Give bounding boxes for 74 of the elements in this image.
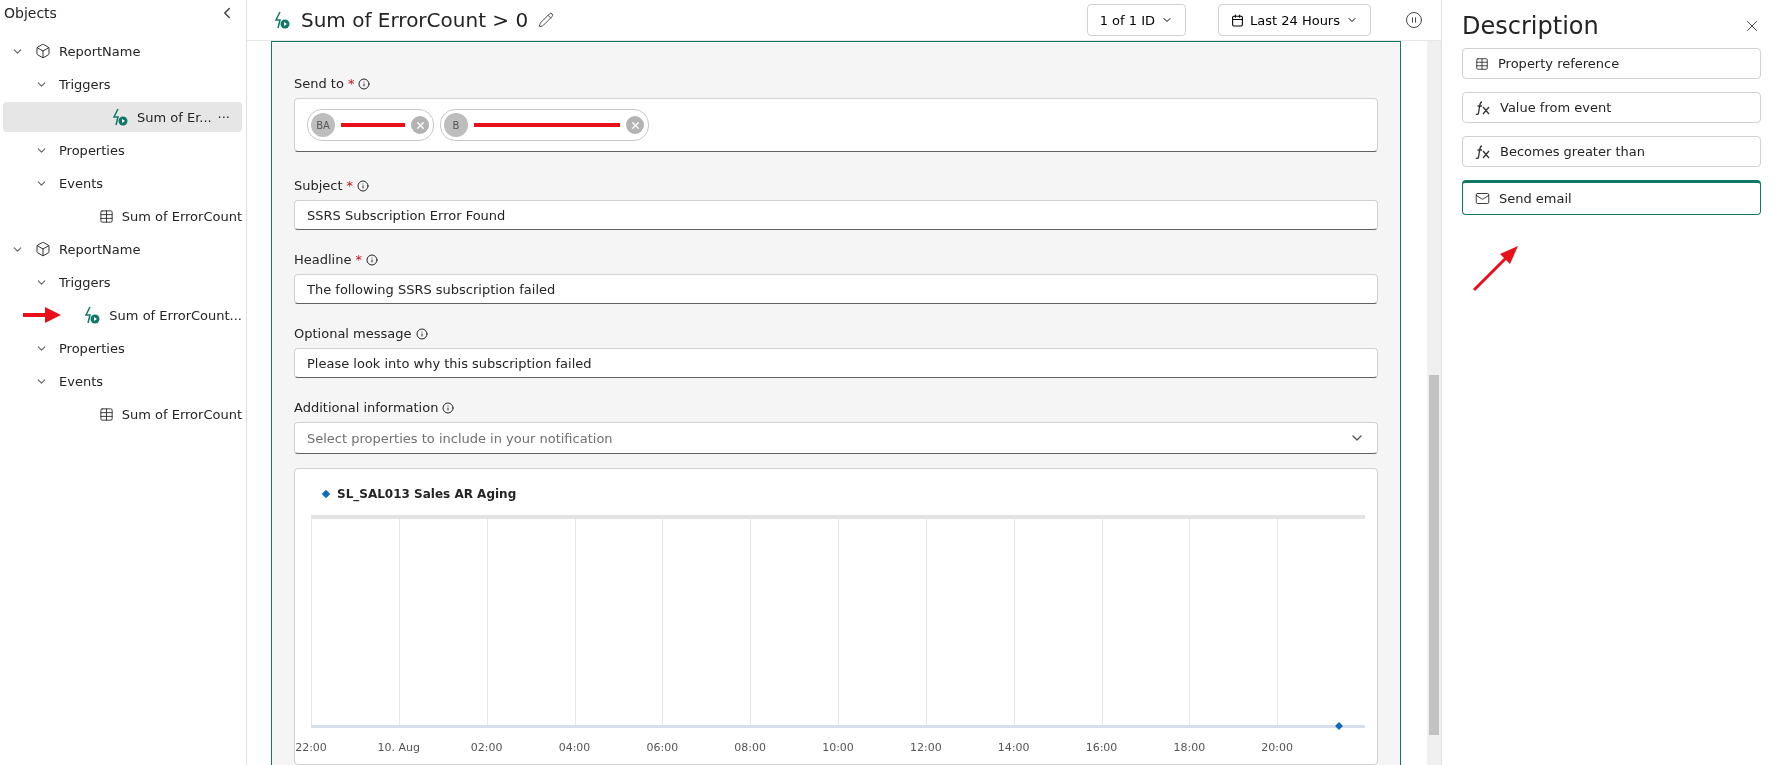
info-icon[interactable] — [365, 253, 378, 266]
tree-node[interactable]: Events — [3, 366, 242, 396]
axis-label: 12:00 — [910, 741, 942, 754]
trigger-icon — [273, 11, 291, 29]
cube-icon — [35, 43, 51, 59]
axis-label: 16:00 — [1085, 741, 1118, 754]
time-range-picker[interactable]: Last 24 Hours — [1218, 4, 1371, 36]
required-mark: * — [346, 178, 354, 193]
text-field[interactable]: SSRS Subscription Error Found — [294, 200, 1378, 230]
field-label: Additional information — [294, 400, 439, 415]
axis-label: 10. Aug — [377, 741, 421, 754]
required-mark: * — [355, 252, 362, 267]
text-field[interactable]: Please look into why this subscription failed — [294, 348, 1378, 378]
tree-node[interactable]: Properties — [3, 135, 242, 165]
axis-label: 18:00 — [1173, 741, 1206, 754]
table-icon — [98, 406, 114, 422]
text-field[interactable]: The following SSRS subscription failed — [294, 274, 1378, 304]
mail-icon — [1475, 191, 1490, 206]
avatar-initials: B — [444, 113, 468, 137]
axis-label: 04:00 — [558, 741, 591, 754]
function-icon — [1475, 100, 1491, 115]
trigger-icon — [83, 306, 102, 324]
description-item[interactable]: Send email — [1462, 180, 1761, 215]
axis-label: 06:00 — [646, 741, 679, 754]
axis-label: 10:00 — [822, 741, 854, 754]
recipient-chip[interactable]: B — [440, 109, 649, 141]
recipients-field[interactable]: BA B — [294, 98, 1378, 152]
description-item[interactable]: Becomes greater than — [1462, 136, 1761, 167]
axis-label: 08:00 — [734, 741, 766, 754]
tree-item[interactable]: Sum of Er... ··· — [3, 102, 242, 132]
tree-node[interactable]: Triggers — [3, 267, 242, 297]
edit-icon[interactable] — [538, 12, 555, 28]
calendar-icon — [1231, 13, 1244, 27]
more-icon[interactable]: ··· — [217, 109, 230, 125]
redaction-mark — [341, 123, 405, 127]
table-icon — [98, 208, 114, 224]
data-point-icon — [1335, 722, 1343, 730]
function-icon — [1475, 144, 1491, 159]
field-label: Send to — [294, 76, 344, 91]
recipient-chip[interactable]: BA — [307, 109, 434, 141]
axis-label: 02:00 — [470, 741, 503, 754]
field-label: Optional message — [294, 326, 412, 341]
field-label: Headline — [294, 252, 352, 267]
tree-node[interactable]: Triggers — [3, 69, 242, 99]
properties-dropdown[interactable]: Select properties to include in your notification — [294, 422, 1378, 454]
axis-label: 14:00 — [997, 741, 1030, 754]
tree-item[interactable]: Sum of ErrorCount — [3, 399, 242, 429]
required-mark: * — [347, 76, 355, 91]
tree-node[interactable]: ReportName — [3, 234, 242, 264]
description-item[interactable]: Value from event — [1462, 92, 1761, 123]
tree-item[interactable]: Sum of ErrorCount... — [3, 300, 242, 330]
table-icon — [1475, 56, 1489, 71]
tree-node[interactable]: ReportName — [3, 36, 242, 66]
field-label: Subject — [294, 178, 343, 193]
sidebar-title: Objects — [4, 5, 57, 21]
tree-item[interactable]: Sum of ErrorCount — [3, 201, 242, 231]
info-icon[interactable] — [357, 179, 370, 192]
legend-label: SL_SAL013 Sales AR Aging — [337, 487, 517, 501]
page-title: Sum of ErrorCount > 0 — [301, 8, 529, 32]
cube-icon — [35, 241, 51, 257]
description-item[interactable]: Property reference — [1462, 48, 1761, 79]
tree-node[interactable]: Properties — [3, 333, 242, 363]
id-picker[interactable]: 1 of 1 ID — [1086, 4, 1186, 36]
tree-node[interactable]: Events — [3, 168, 242, 198]
pause-icon[interactable] — [1405, 11, 1423, 29]
trigger-icon — [111, 108, 129, 126]
info-icon[interactable] — [358, 77, 371, 90]
info-icon[interactable] — [442, 401, 455, 414]
legend-marker — [321, 489, 331, 499]
panel-title: Description — [1462, 12, 1599, 40]
avatar-initials: BA — [311, 113, 335, 137]
info-icon[interactable] — [415, 327, 428, 340]
axis-label: 20:00 — [1261, 741, 1293, 754]
axis-label: 22:00 — [295, 741, 327, 754]
